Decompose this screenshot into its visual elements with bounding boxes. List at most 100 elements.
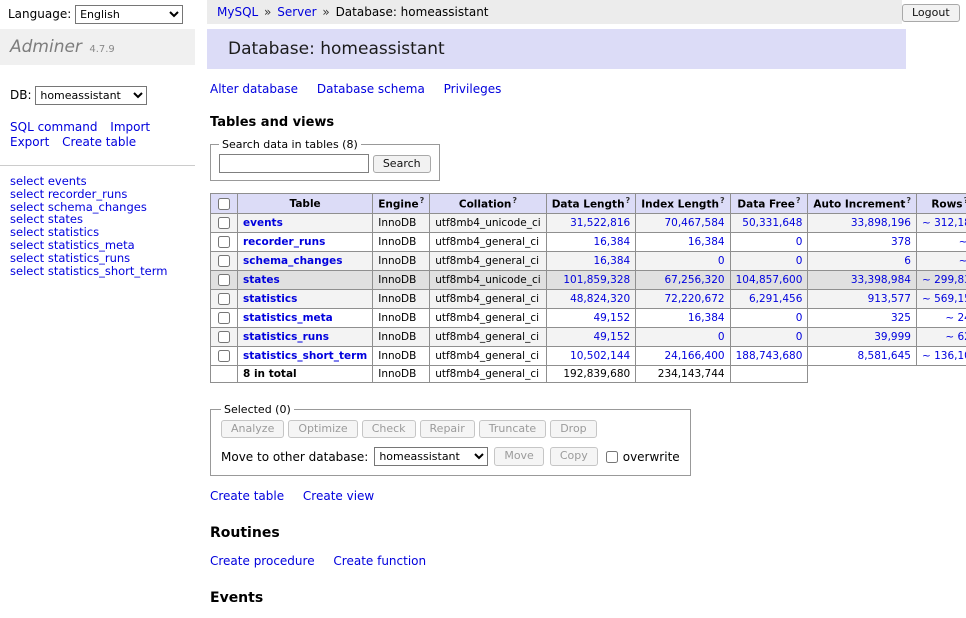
table-name-link[interactable]: recorder_runs bbox=[243, 236, 325, 248]
collation-cell: utf8mb4_general_ci bbox=[430, 289, 546, 308]
search-button[interactable]: Search bbox=[373, 155, 431, 173]
rows-link[interactable]: ~ 299,833 bbox=[922, 274, 966, 286]
table-name-link[interactable]: events bbox=[243, 217, 283, 229]
row-checkbox[interactable] bbox=[218, 312, 230, 324]
rows-link[interactable]: ~ 628 bbox=[945, 331, 966, 343]
table-name-link[interactable]: statistics bbox=[243, 293, 297, 305]
sidebar-table-link[interactable]: select statistics_short_term bbox=[10, 265, 185, 278]
rows-link[interactable]: ~ 5 bbox=[959, 236, 966, 248]
row-checkbox[interactable] bbox=[218, 293, 230, 305]
search-input[interactable] bbox=[219, 154, 369, 173]
optimize-button[interactable]: Optimize bbox=[288, 420, 357, 438]
data-length-link[interactable]: 31,522,816 bbox=[570, 217, 630, 229]
auto-increment-link[interactable]: 8,581,645 bbox=[858, 350, 911, 362]
help-icon[interactable]: ? bbox=[906, 196, 911, 205]
table-name-link[interactable]: states bbox=[243, 274, 280, 286]
row-checkbox[interactable] bbox=[218, 236, 230, 248]
row-checkbox[interactable] bbox=[218, 274, 230, 286]
auto-increment-link[interactable]: 378 bbox=[891, 236, 911, 248]
data-length-link[interactable]: 49,152 bbox=[593, 312, 630, 324]
auto-increment-link[interactable]: 39,999 bbox=[874, 331, 911, 343]
data-length-link[interactable]: 10,502,144 bbox=[570, 350, 630, 362]
data-length-link[interactable]: 101,859,328 bbox=[563, 274, 630, 286]
rows-link[interactable]: ~ 569,159 bbox=[922, 293, 966, 305]
row-checkbox[interactable] bbox=[218, 255, 230, 267]
breadcrumb-link-mysql[interactable]: MySQL bbox=[217, 5, 258, 19]
index-length-link[interactable]: 24,166,400 bbox=[664, 350, 724, 362]
move-button[interactable]: Move bbox=[494, 447, 544, 465]
breadcrumb-link-server[interactable]: Server bbox=[277, 5, 316, 19]
repair-button[interactable]: Repair bbox=[420, 420, 475, 438]
alter-database-link[interactable]: Alter database bbox=[210, 82, 298, 96]
export-link[interactable]: Export bbox=[10, 135, 49, 149]
database-schema-link[interactable]: Database schema bbox=[317, 82, 425, 96]
table-name-link[interactable]: schema_changes bbox=[243, 255, 343, 267]
sidebar-table-link[interactable]: select recorder_runs bbox=[10, 188, 185, 201]
row-checkbox[interactable] bbox=[218, 217, 230, 229]
table-name-link[interactable]: statistics_short_term bbox=[243, 350, 367, 362]
data-length-link[interactable]: 16,384 bbox=[593, 255, 630, 267]
help-icon[interactable]: ? bbox=[796, 196, 801, 205]
index-length-link[interactable]: 0 bbox=[718, 331, 725, 343]
auto-increment-link[interactable]: 325 bbox=[891, 312, 911, 324]
index-length-link[interactable]: 16,384 bbox=[688, 236, 725, 248]
row-checkbox[interactable] bbox=[218, 331, 230, 343]
import-link[interactable]: Import bbox=[110, 120, 150, 134]
index-length-link[interactable]: 16,384 bbox=[688, 312, 725, 324]
logout-button[interactable]: Logout bbox=[902, 4, 960, 22]
data-length-link[interactable]: 49,152 bbox=[593, 331, 630, 343]
help-icon[interactable]: ? bbox=[512, 196, 517, 205]
rows-link[interactable]: ~ 3 bbox=[959, 255, 966, 267]
help-icon[interactable]: ? bbox=[626, 196, 631, 205]
db-select[interactable]: homeassistant bbox=[35, 86, 147, 105]
create-table-link[interactable]: Create table bbox=[210, 489, 284, 503]
rows-link[interactable]: ~ 312,180 bbox=[922, 217, 966, 229]
help-icon[interactable]: ? bbox=[420, 196, 425, 205]
sql-command-link[interactable]: SQL command bbox=[10, 120, 97, 134]
table-name-link[interactable]: statistics_runs bbox=[243, 331, 329, 343]
create-function-link[interactable]: Create function bbox=[333, 554, 426, 568]
sidebar-table-link[interactable]: select events bbox=[10, 175, 185, 188]
index-length-link[interactable]: 70,467,584 bbox=[664, 217, 724, 229]
auto-increment-link[interactable]: 33,898,196 bbox=[851, 217, 911, 229]
data-length-link[interactable]: 16,384 bbox=[593, 236, 630, 248]
language-select[interactable]: English bbox=[75, 5, 183, 24]
select-all-checkbox[interactable] bbox=[218, 198, 230, 210]
data-free-link[interactable]: 188,743,680 bbox=[736, 350, 803, 362]
create-procedure-link[interactable]: Create procedure bbox=[210, 554, 315, 568]
data-free-link[interactable]: 0 bbox=[796, 255, 803, 267]
truncate-button[interactable]: Truncate bbox=[479, 420, 546, 438]
rows-link[interactable]: ~ 136,108 bbox=[922, 350, 966, 362]
index-length-link[interactable]: 72,220,672 bbox=[664, 293, 724, 305]
sidebar-actions: SQL command Import Export Create table bbox=[10, 120, 162, 150]
data-free-link[interactable]: 0 bbox=[796, 331, 803, 343]
create-table-sidebar-link[interactable]: Create table bbox=[62, 135, 136, 149]
data-free-link[interactable]: 0 bbox=[796, 312, 803, 324]
table-name-link[interactable]: statistics_meta bbox=[243, 312, 333, 324]
sidebar-table-link[interactable]: select statistics_meta bbox=[10, 239, 185, 252]
auto-increment-link[interactable]: 913,577 bbox=[868, 293, 911, 305]
sidebar-table-link[interactable]: select statistics_runs bbox=[10, 252, 185, 265]
row-checkbox[interactable] bbox=[218, 350, 230, 362]
copy-button[interactable]: Copy bbox=[550, 447, 598, 465]
index-length-link[interactable]: 0 bbox=[718, 255, 725, 267]
move-db-select[interactable]: homeassistant bbox=[374, 447, 488, 466]
app-name[interactable]: Adminer bbox=[10, 37, 82, 57]
data-free-link[interactable]: 50,331,648 bbox=[742, 217, 802, 229]
data-free-link[interactable]: 6,291,456 bbox=[749, 293, 802, 305]
auto-increment-link[interactable]: 33,398,984 bbox=[851, 274, 911, 286]
help-icon[interactable]: ? bbox=[720, 196, 725, 205]
check-button[interactable]: Check bbox=[362, 420, 416, 438]
rows-link[interactable]: ~ 244 bbox=[945, 312, 966, 324]
data-free-link[interactable]: 104,857,600 bbox=[736, 274, 803, 286]
privileges-link[interactable]: Privileges bbox=[444, 82, 502, 96]
analyze-button[interactable]: Analyze bbox=[221, 420, 284, 438]
drop-button[interactable]: Drop bbox=[550, 420, 596, 438]
overwrite-checkbox[interactable] bbox=[606, 451, 618, 463]
index-length-link[interactable]: 67,256,320 bbox=[664, 274, 724, 286]
rows-cell: ~ 3 bbox=[916, 251, 966, 270]
auto-increment-link[interactable]: 6 bbox=[904, 255, 911, 267]
data-length-link[interactable]: 48,824,320 bbox=[570, 293, 630, 305]
create-view-link[interactable]: Create view bbox=[303, 489, 374, 503]
data-free-link[interactable]: 0 bbox=[796, 236, 803, 248]
